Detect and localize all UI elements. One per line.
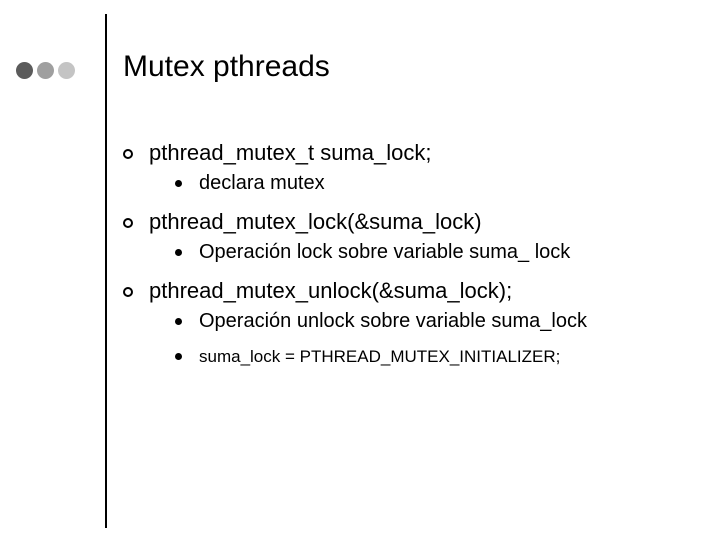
ring-bullet-icon	[123, 212, 149, 234]
list-item: pthread_mutex_unlock(&suma_lock);	[123, 278, 690, 304]
sub-list-item-text: Operación lock sobre variable suma_ lock	[199, 241, 570, 264]
slide: Mutex pthreads pthread_mutex_t suma_lock…	[0, 0, 720, 540]
sub-list-item-text: Operación unlock sobre variable suma_loc…	[199, 310, 587, 333]
dot-icon	[37, 62, 54, 79]
list-item: pthread_mutex_lock(&suma_lock)	[123, 209, 690, 235]
slide-content: pthread_mutex_t suma_lock; declara mutex…	[123, 140, 690, 381]
list-item-text: pthread_mutex_t suma_lock;	[149, 140, 432, 166]
disc-bullet-icon	[175, 310, 199, 333]
vertical-divider	[105, 14, 107, 528]
disc-bullet-icon	[175, 241, 199, 264]
list-item: pthread_mutex_t suma_lock;	[123, 140, 690, 166]
slide-title: Mutex pthreads	[123, 50, 330, 84]
list-item-text: pthread_mutex_unlock(&suma_lock);	[149, 278, 512, 304]
sub-list-item: Operación lock sobre variable suma_ lock	[175, 241, 690, 264]
sub-list-item: declara mutex	[175, 172, 690, 195]
sub-list-item: suma_lock = PTHREAD_MUTEX_INITIALIZER;	[175, 347, 690, 367]
list-item-text: pthread_mutex_lock(&suma_lock)	[149, 209, 482, 235]
sub-list-item: Operación unlock sobre variable suma_loc…	[175, 310, 690, 333]
ring-bullet-icon	[123, 281, 149, 303]
disc-bullet-icon	[175, 172, 199, 195]
dot-icon	[58, 62, 75, 79]
sub-list-item-text: suma_lock = PTHREAD_MUTEX_INITIALIZER;	[199, 347, 560, 367]
sub-list-item-text: declara mutex	[199, 172, 325, 195]
decorative-dots	[16, 62, 75, 79]
dot-icon	[16, 62, 33, 79]
ring-bullet-icon	[123, 143, 149, 165]
disc-bullet-icon	[175, 347, 199, 367]
